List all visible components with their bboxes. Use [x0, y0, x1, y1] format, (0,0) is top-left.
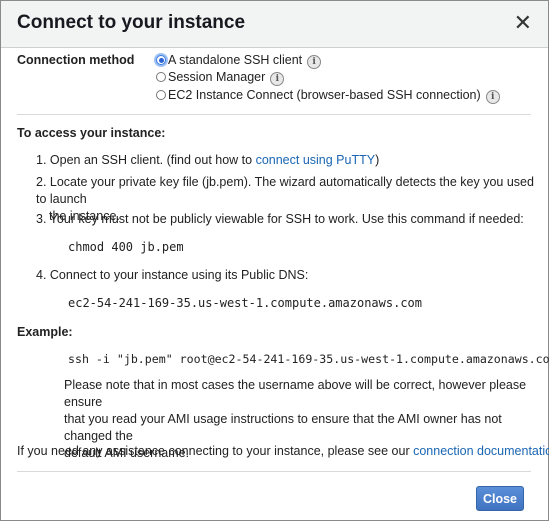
info-icon[interactable]: i: [270, 72, 285, 86]
step-3: 3. Your key must not be publicly viewabl…: [36, 212, 524, 226]
info-icon[interactable]: i: [307, 55, 322, 69]
radio-label-instance-connect: EC2 Instance Connect (browser-based SSH …: [168, 88, 481, 102]
close-button[interactable]: Close: [476, 486, 524, 511]
radio-button[interactable]: [156, 72, 166, 82]
note-line-1: Please note that in most cases the usern…: [64, 378, 527, 409]
radio-button[interactable]: [156, 90, 166, 100]
step-2-line-1: 2. Locate your private key file (jb.pem)…: [36, 175, 534, 206]
connection-method-label: Connection method: [17, 53, 135, 67]
chmod-command: chmod 400 jb.pem: [68, 240, 184, 254]
close-icon[interactable]: ✕: [514, 10, 532, 36]
dialog-header: Connect to your instance ✕: [1, 1, 548, 48]
connect-dialog: Connect to your instance ✕ Connection me…: [0, 0, 549, 521]
section-divider: [17, 114, 531, 115]
connection-documentation-link[interactable]: connection documentation: [413, 444, 549, 458]
dialog-title: Connect to your instance: [17, 12, 246, 33]
step-1-suffix: ): [375, 153, 380, 167]
info-icon[interactable]: i: [485, 90, 500, 104]
ssh-command: ssh -i "jb.pem" root@ec2-54-241-169-35.u…: [68, 352, 549, 366]
radio-option-instance-connect[interactable]: EC2 Instance Connect (browser-based SSH …: [156, 88, 500, 104]
footer-divider: [17, 471, 531, 472]
assistance-text: If you need any assistance connecting to…: [17, 444, 549, 458]
radio-option-session-manager[interactable]: Session Manager i: [156, 70, 285, 86]
example-heading: Example:: [17, 325, 73, 339]
putty-link[interactable]: connect using PuTTY: [256, 153, 376, 167]
radio-option-standalone-ssh[interactable]: A standalone SSH client i: [156, 53, 322, 69]
radio-label-standalone-ssh: A standalone SSH client: [168, 53, 303, 67]
step-1: 1. Open an SSH client. (find out how to …: [36, 153, 379, 167]
radio-label-session-manager: Session Manager: [168, 70, 266, 84]
note-line-2: that you read your AMI usage instruction…: [64, 412, 502, 443]
assistance-prefix: If you need any assistance connecting to…: [17, 444, 414, 458]
access-heading: To access your instance:: [17, 126, 166, 140]
step-1-text: 1. Open an SSH client. (find out how to: [36, 153, 256, 167]
radio-button-selected[interactable]: [156, 55, 166, 65]
step-4: 4. Connect to your instance using its Pu…: [36, 268, 309, 282]
public-dns: ec2-54-241-169-35.us-west-1.compute.amaz…: [68, 296, 423, 310]
